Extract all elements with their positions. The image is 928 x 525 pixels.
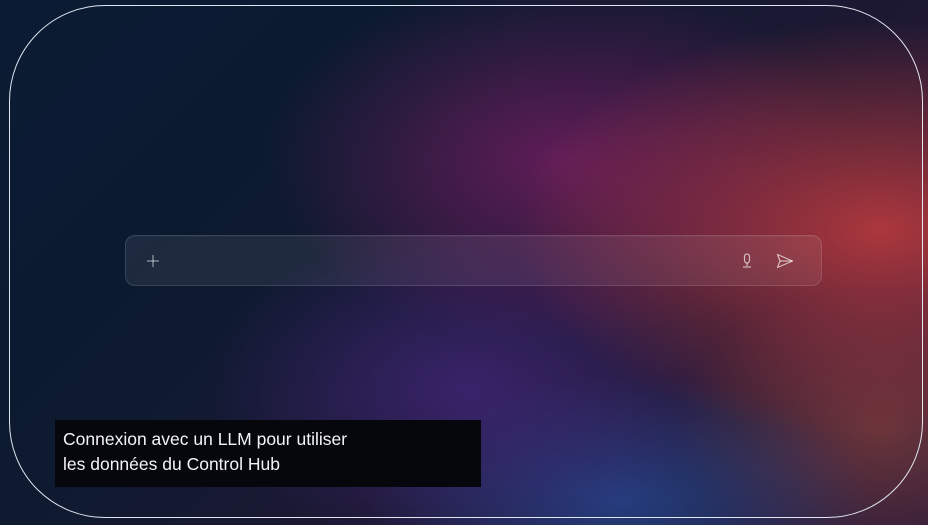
microphone-button[interactable]	[736, 250, 758, 272]
chat-message-input[interactable]	[170, 236, 734, 287]
microphone-icon	[741, 253, 753, 269]
send-icon	[776, 253, 794, 269]
caption-line-2: les données du Control Hub	[63, 454, 280, 474]
plus-icon	[146, 254, 160, 268]
subtitle-caption: Connexion avec un LLM pour utiliser les …	[55, 420, 481, 487]
add-attachment-button[interactable]	[142, 250, 164, 272]
video-frame: Connexion avec un LLM pour utiliser les …	[0, 0, 928, 525]
caption-line-1: Connexion avec un LLM pour utiliser	[63, 429, 348, 449]
chat-composer	[125, 235, 822, 287]
send-button[interactable]	[774, 250, 796, 272]
